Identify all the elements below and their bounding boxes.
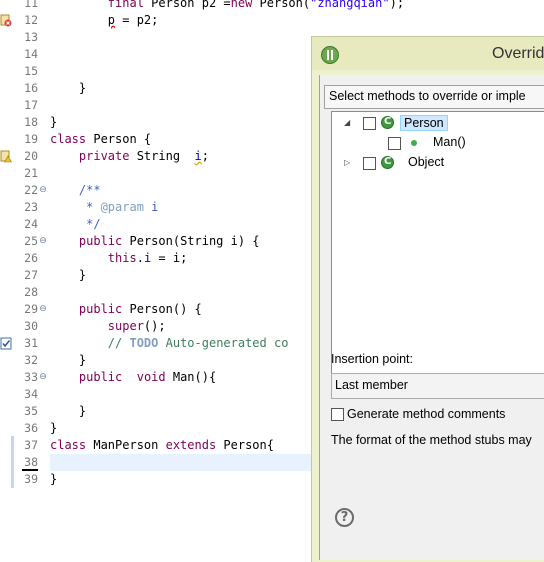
code-text: }: [50, 81, 87, 95]
methods-tree[interactable]: ◢ Person Man() ▷ Object: [331, 111, 544, 377]
code-text: }: [50, 115, 58, 129]
line-number: 30: [24, 319, 38, 333]
tree-node-person[interactable]: ◢ Person: [332, 115, 544, 133]
line-number: 26: [24, 251, 38, 265]
person-checkbox[interactable]: [363, 117, 376, 130]
line-number: 37: [24, 438, 38, 452]
code-line: 11 final Person p2 =new Person("zhangqia…: [0, 0, 544, 12]
object-label: Object: [408, 155, 445, 169]
help-icon[interactable]: ?: [335, 508, 354, 527]
line-number: 34: [24, 387, 38, 401]
line-number: 35: [24, 404, 38, 418]
line-number: 13: [24, 30, 38, 44]
line-number: 19: [24, 132, 38, 146]
code-text: }: [50, 472, 58, 486]
generate-comments-checkbox[interactable]: [331, 408, 344, 421]
code-text: public Person() {: [78, 302, 202, 316]
code-line: 12 p = p2;: [0, 12, 544, 29]
insertion-point-select[interactable]: Last member: [331, 373, 544, 399]
line-number: 20: [24, 149, 38, 163]
tree-node-object[interactable]: ▷ Object: [332, 155, 544, 173]
object-checkbox[interactable]: [363, 157, 376, 170]
line-number: 29: [24, 302, 38, 316]
line-number: 18: [24, 115, 38, 129]
code-text: * @param i: [50, 200, 159, 214]
code-text: private String i;: [78, 149, 209, 163]
line-number: 32: [24, 353, 38, 367]
code-text: this.i = i;: [107, 251, 188, 265]
code-text: /**: [50, 183, 101, 197]
fold-collapse-icon[interactable]: ⊖: [38, 185, 48, 195]
line-number: 21: [24, 166, 38, 180]
fold-collapse-icon[interactable]: ⊖: [38, 236, 48, 246]
line-number: 11: [24, 0, 38, 10]
fold-collapse-icon[interactable]: ⊖: [38, 304, 48, 314]
line-number: 14: [24, 47, 38, 61]
code-text: */: [50, 217, 101, 231]
class-icon: [381, 116, 394, 129]
line-number: 15: [24, 64, 38, 78]
code-text: final Person p2 =new Person("zhangqian")…: [107, 0, 405, 10]
expanded-arrow-icon[interactable]: ◢: [344, 119, 352, 127]
code-text: super();: [107, 319, 166, 333]
code-text: }: [50, 421, 58, 435]
code-text: class ManPerson extends Person{: [50, 438, 274, 452]
dialog-title: Overrid: [492, 45, 544, 62]
line-number: 39: [24, 472, 38, 486]
line-number: 24: [24, 217, 38, 231]
line-number: 27: [24, 268, 38, 282]
line-number: 16: [24, 81, 38, 95]
man-method-label: Man(): [433, 135, 466, 149]
line-number: 36: [24, 421, 38, 435]
code-text: }: [50, 268, 87, 282]
public-method-icon: [411, 140, 417, 146]
line-number: 23: [24, 200, 38, 214]
line-number: 33: [24, 370, 38, 384]
dialog-titlebar[interactable]: Overrid: [312, 37, 544, 70]
tree-node-man-method[interactable]: Man(): [332, 135, 544, 153]
line-number: 12: [24, 13, 38, 27]
class-icon: [381, 156, 394, 169]
line-number: 17: [24, 98, 38, 112]
fold-collapse-icon[interactable]: ⊖: [38, 372, 48, 382]
generate-comments-label[interactable]: Generate method comments: [347, 407, 505, 421]
override-methods-dialog: Overrid Select methods to override or im…: [311, 36, 544, 562]
code-text: public Person(String i) {: [78, 234, 260, 248]
method-stub-note: The format of the method stubs may: [331, 433, 532, 447]
line-number: 25: [24, 234, 38, 248]
code-text: // TODO Auto-generated co: [50, 336, 289, 350]
code-text: public void Man(){: [78, 370, 217, 384]
code-text: }: [50, 353, 87, 367]
line-number: 38: [24, 455, 38, 469]
code-text: }: [50, 404, 87, 418]
line-number: 28: [24, 285, 38, 299]
code-text: class Person {: [50, 132, 152, 146]
line-number: 22: [24, 183, 38, 197]
pause-icon: [321, 46, 339, 64]
line-number: 31: [24, 336, 38, 350]
collapsed-arrow-icon[interactable]: ▷: [344, 159, 352, 167]
person-label: Person: [400, 115, 448, 131]
select-methods-label: Select methods to override or imple: [324, 85, 544, 109]
insertion-point-label: Insertion point:: [331, 352, 413, 366]
man-method-checkbox[interactable]: [388, 137, 401, 150]
code-text: p = p2;: [107, 13, 159, 27]
